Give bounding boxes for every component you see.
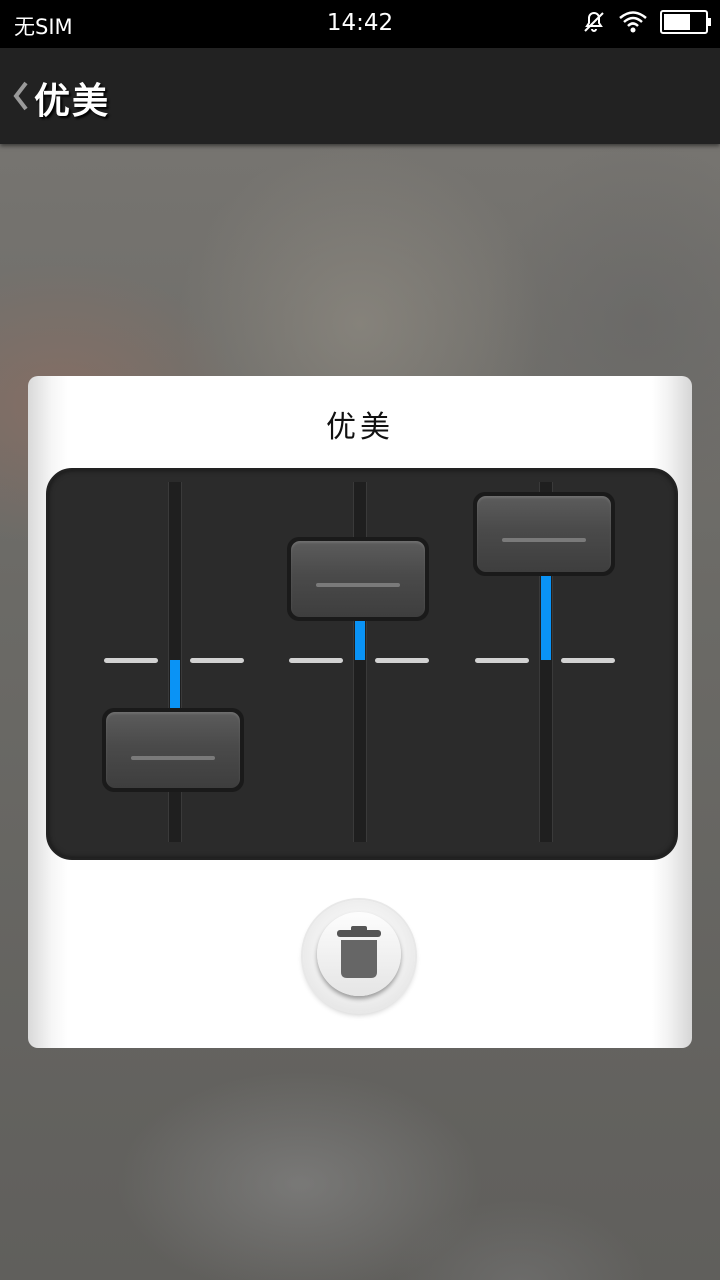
page-title: 优美 — [34, 80, 111, 122]
center-tick — [375, 658, 429, 663]
center-tick — [561, 658, 615, 663]
slider-knob-3[interactable] — [473, 492, 615, 576]
delete-button[interactable] — [303, 900, 415, 1012]
slider-knob-2[interactable] — [287, 537, 429, 621]
center-tick — [289, 658, 343, 663]
action-bar: 优美 — [0, 48, 720, 144]
slider-panel — [46, 468, 678, 860]
center-tick — [104, 658, 158, 663]
center-tick — [475, 658, 529, 663]
mute-icon — [584, 11, 604, 32]
status-icons — [582, 10, 711, 34]
dialog-title: 优美 — [326, 410, 394, 445]
slider-track-2[interactable] — [353, 482, 367, 842]
battery-icon — [660, 10, 711, 34]
back-button[interactable] — [6, 74, 36, 118]
wifi-icon — [619, 11, 647, 33]
trash-icon — [337, 926, 381, 978]
delete-button-face — [317, 912, 401, 996]
chevron-left-icon — [13, 81, 28, 111]
equalizer-dialog: 优美 — [28, 376, 692, 1048]
center-tick — [190, 658, 244, 663]
status-bar: 无SIM 14:42 — [0, 0, 720, 48]
slider-knob-1[interactable] — [102, 708, 244, 792]
